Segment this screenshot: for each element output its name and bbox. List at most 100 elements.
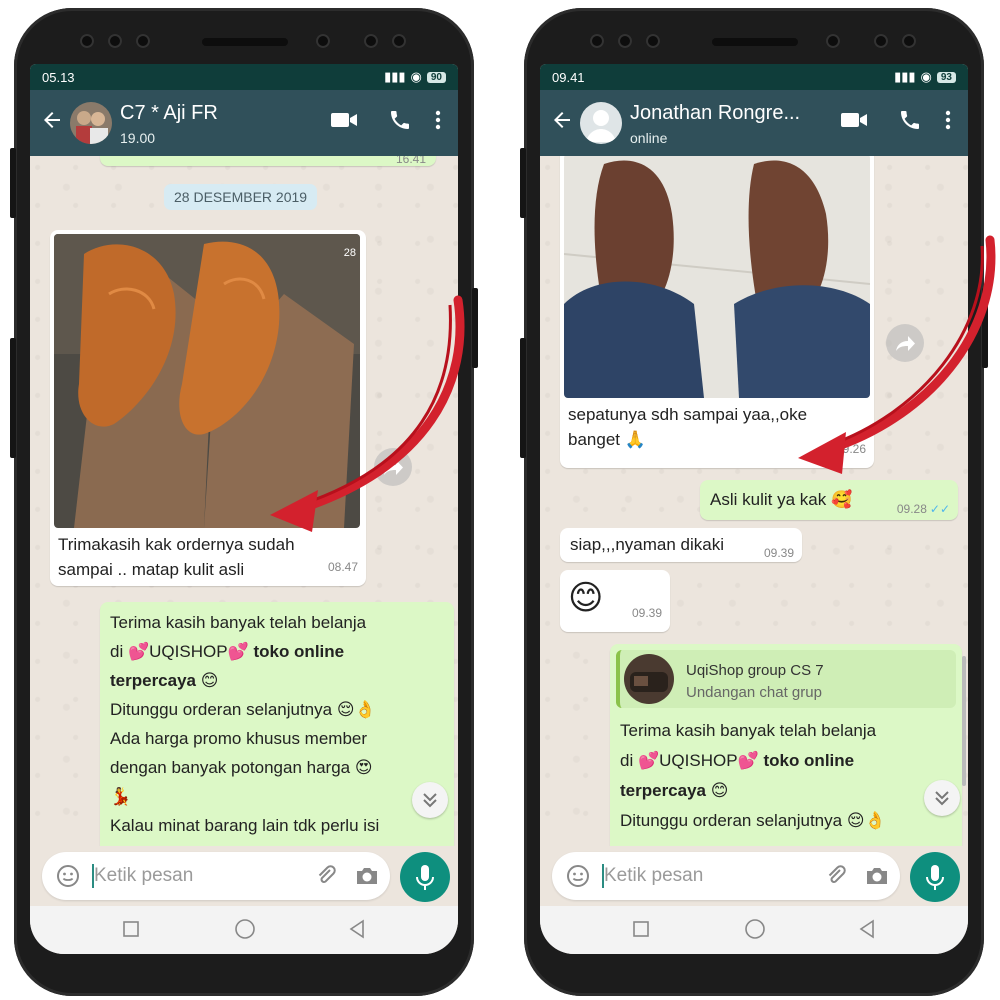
power-button [472, 288, 478, 368]
message-text: terpercaya [110, 671, 197, 690]
message-time: 09.28 ✓✓ [897, 496, 950, 522]
message-time: 09.39 [631, 606, 662, 620]
message-text: Terima kasih banyak telah belanja [620, 721, 877, 740]
shoe-photo[interactable]: 28 [54, 234, 360, 528]
input-bar: Ketik pesan [30, 846, 458, 906]
avatar[interactable] [70, 102, 112, 144]
contact-name[interactable]: C7 * Aji FR [120, 102, 218, 125]
online-status: online [630, 130, 668, 146]
volume-button [10, 148, 16, 218]
recents-icon[interactable] [632, 920, 650, 938]
volume-button [520, 148, 526, 218]
shop-name: UQISHOP [149, 642, 228, 661]
volume-button [10, 338, 16, 458]
message-text: Ditunggu orderan selanjutnya [110, 700, 333, 719]
dancer-emoji-icon: 💃 [110, 787, 132, 806]
message-bubble-outgoing[interactable]: UqiShop group CS 7 Undangan chat grup Te… [610, 644, 962, 846]
vibrate-icon: ◉ [410, 69, 422, 84]
message-text: dengan banyak potongan harga [110, 758, 351, 777]
power-button [982, 288, 988, 368]
message-text: di [110, 642, 128, 661]
camera-icon[interactable] [354, 864, 380, 888]
attach-icon[interactable] [824, 864, 848, 888]
message-input[interactable]: Ketik pesan [42, 852, 390, 900]
status-time: 09.41 [552, 70, 585, 85]
input-placeholder: Ketik pesan [604, 865, 704, 886]
heart-eyes-emoji-icon: 😍 [354, 758, 373, 777]
battery-level: 93 [936, 71, 956, 83]
date-chip: 28 DESEMBER 2019 [164, 184, 318, 210]
shoe-photo[interactable] [564, 156, 870, 398]
heart-icon: 💕 [637, 751, 660, 770]
more-options-icon[interactable] [944, 108, 952, 132]
scrollbar[interactable] [962, 656, 966, 786]
scroll-to-bottom-button[interactable] [412, 782, 448, 818]
home-icon[interactable] [744, 918, 766, 940]
video-call-icon[interactable] [840, 108, 868, 132]
photo-message[interactable]: 28 Trimakasih kak ordernya sudah sampai … [50, 230, 366, 586]
message-bubble-incoming[interactable]: 😊 09.39 [560, 570, 670, 632]
photo-caption: Trimakasih kak ordernya sudah sampai .. … [58, 532, 295, 582]
forward-button[interactable] [374, 448, 412, 486]
avatar[interactable] [580, 102, 622, 144]
screen: 05.13 ▮▮▮ ◉ 90 C7 * Aji FR 19.00 16.41 2… [30, 64, 458, 954]
message-bubble-incoming[interactable]: siap,,,nyaman dikaki 09.39 [560, 528, 802, 562]
message-time-text: 09.28 [896, 502, 927, 516]
quoted-invite[interactable]: UqiShop group CS 7 Undangan chat grup [616, 650, 956, 708]
video-call-icon[interactable] [330, 108, 358, 132]
caption-line: banget [568, 430, 620, 449]
back-nav-icon[interactable] [858, 919, 876, 939]
chat-area[interactable]: sepatunya sdh sampai yaa,,oke banget 🙏 0… [540, 156, 968, 846]
back-arrow-icon[interactable] [40, 108, 64, 132]
back-arrow-icon[interactable] [550, 108, 574, 132]
message-text: di 💕UQISHOP💕 toko online [620, 746, 956, 776]
heart-icon: 💕 [227, 642, 249, 661]
mic-button[interactable] [400, 852, 450, 902]
message-input[interactable]: Ketik pesan [552, 852, 900, 900]
scroll-to-bottom-button[interactable] [924, 780, 960, 816]
message-text: toko online [758, 751, 855, 770]
input-bar: Ketik pesan [540, 846, 968, 906]
emoji-icon[interactable] [566, 864, 590, 888]
chat-area[interactable]: 16.41 28 DESEMBER 2019 28 Trimakasih kak… [30, 156, 458, 846]
screen: 09.41 ▮▮▮ ◉ 93 Jonathan Rongre... online [540, 64, 968, 954]
voice-call-icon[interactable] [898, 108, 922, 132]
home-icon[interactable] [234, 918, 256, 940]
phone-right: 09.41 ▮▮▮ ◉ 93 Jonathan Rongre... online [520, 8, 988, 996]
smile-emoji-icon: 😊 [200, 671, 219, 690]
status-bar: 09.41 ▮▮▮ ◉ 93 [540, 64, 968, 90]
caption-line: Trimakasih kak ordernya sudah [58, 535, 295, 554]
pray-emoji-icon: 🙏 [624, 430, 646, 449]
volume-button [520, 338, 526, 458]
message-time: 16.41 [395, 156, 426, 166]
more-options-icon[interactable] [434, 108, 442, 132]
contact-name[interactable]: Jonathan Rongre... [630, 102, 800, 125]
photo-caption: sepatunya sdh sampai yaa,,oke banget 🙏 [568, 402, 807, 452]
signal-icon: ▮▮▮ [894, 69, 916, 84]
back-nav-icon[interactable] [348, 919, 366, 939]
vibrate-icon: ◉ [920, 69, 932, 84]
voice-call-icon[interactable] [388, 108, 412, 132]
message-text: di 💕UQISHOP💕 toko online [110, 637, 450, 666]
message-bubble-partial[interactable]: 16.41 [100, 156, 436, 166]
message-bubble-outgoing[interactable]: Asli kulit ya kak 🥰 09.28 ✓✓ [700, 480, 958, 520]
attach-icon[interactable] [314, 864, 338, 888]
message-text: Terima kasih banyak telah belanja [110, 613, 367, 632]
chat-header: C7 * Aji FR 19.00 [30, 90, 458, 156]
chat-header: Jonathan Rongre... online [540, 90, 968, 156]
message-bubble-outgoing[interactable]: Terima kasih banyak telah belanja di 💕UQ… [100, 602, 454, 846]
mic-button[interactable] [910, 852, 960, 902]
recents-icon[interactable] [122, 920, 140, 938]
phone-top-sensors [14, 26, 474, 56]
message-text: siap,,,nyaman dikaki [570, 535, 725, 554]
camera-icon[interactable] [864, 864, 890, 888]
emoji-icon[interactable] [56, 864, 80, 888]
last-seen: 19.00 [120, 130, 156, 146]
message-text: Kalau minat barang lain tdk perlu isi [110, 816, 380, 835]
photo-date-mark: 28 [343, 247, 356, 259]
forward-button[interactable] [886, 324, 924, 362]
status-time: 05.13 [42, 70, 75, 85]
photo-message[interactable]: sepatunya sdh sampai yaa,,oke banget 🙏 0… [560, 156, 874, 468]
android-nav-bar [30, 906, 458, 954]
invite-label: Undangan chat grup [686, 684, 822, 701]
